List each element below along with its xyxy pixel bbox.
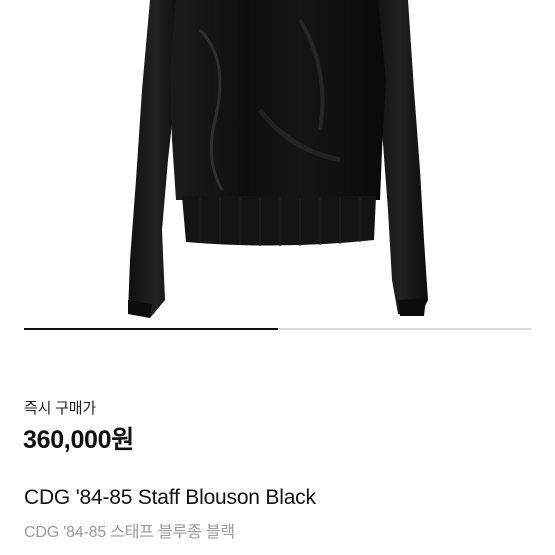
product-image[interactable] xyxy=(0,0,555,360)
product-subtitle: CDG '84-85 스태프 블루종 블랙 xyxy=(24,524,235,541)
image-carousel-progress-fill xyxy=(24,328,278,330)
instant-buy-price-label: 즉시 구매가 xyxy=(24,400,96,417)
instant-buy-price: 360,000원 xyxy=(23,426,134,454)
jacket-illustration xyxy=(128,0,428,318)
image-carousel-progress xyxy=(24,328,531,330)
product-title: CDG '84-85 Staff Blouson Black xyxy=(24,486,316,509)
